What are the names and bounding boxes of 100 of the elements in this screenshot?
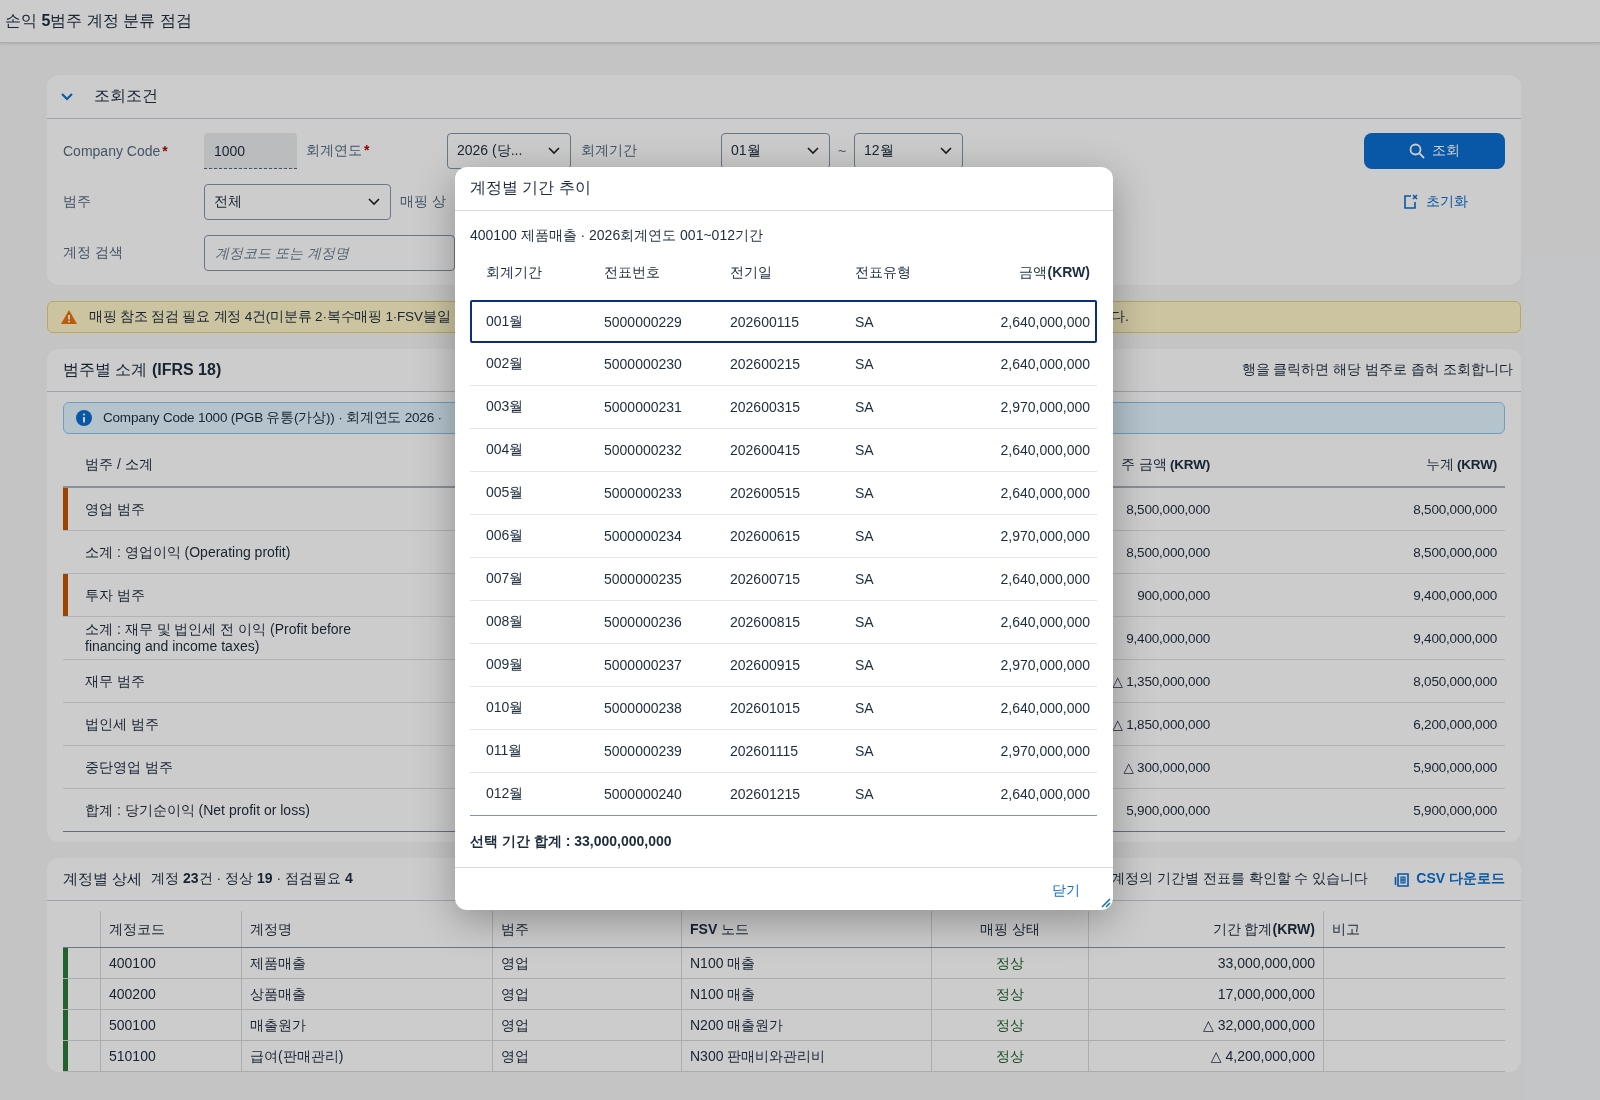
warning-icon	[60, 309, 78, 325]
table-cell-text: 2,640,000,000	[999, 356, 1090, 372]
table-cell-text: 202600715	[730, 571, 802, 587]
table-cell-text: 5000000235	[604, 571, 683, 587]
table-cell-text: 5000000238	[604, 700, 683, 716]
table-cell[interactable]: 합계 : 당기순이익 (Net profit or loss)	[68, 801, 310, 819]
table-cell-text: 5000000229	[604, 313, 683, 330]
column-header: 계정명	[241, 911, 492, 947]
table-row[interactable]: 011월 5000000239 202601115 SA 2,970,000,000	[470, 730, 1097, 773]
table-cell-text: 004월	[486, 441, 525, 459]
table-row[interactable]: 007월 5000000235 202600715 SA 2,640,000,000	[470, 558, 1097, 601]
table-row[interactable]: 009월 5000000237 202600915 SA 2,970,000,000	[470, 644, 1097, 687]
table-cell: 급여(판매관리)	[241, 1041, 492, 1071]
caret-icon	[940, 147, 952, 155]
table-cell-text: 005월	[486, 484, 525, 502]
year-select[interactable]: 2026 (당...	[447, 133, 571, 169]
hint-text: 행을 클릭하면 해당 범주로 좁혀 조회합니다	[1241, 361, 1513, 379]
reset-link[interactable]: 초기화	[1401, 193, 1468, 211]
company-code-field[interactable]: 1000	[204, 133, 297, 169]
hint-text: 계정의 기간별 전표를 확인할 수 있습니다	[1110, 870, 1369, 888]
table-cell-text: SA	[855, 485, 875, 501]
caret-icon	[807, 147, 819, 155]
table-cell-text: 2,970,000,000	[999, 743, 1090, 759]
table-cell: 400100	[100, 948, 241, 978]
table-cell-text: 202600815	[730, 614, 802, 630]
table-cell-text: 010월	[486, 699, 525, 717]
table-cell-text: 5000000236	[604, 614, 683, 630]
table-cell[interactable]: 투자 범주	[68, 586, 145, 604]
table-cell-text: 202601215	[730, 786, 802, 802]
table-cell-text: SA	[855, 571, 875, 587]
panel-title: 범주별 소계 (IFRS 18)	[63, 359, 222, 380]
panel-title: 계정별 상세	[63, 869, 143, 889]
table-cell-text: 202600215	[730, 356, 802, 372]
table-cell[interactable]: 영업 범주	[68, 500, 145, 518]
table-row[interactable]: 003월 5000000231 202600315 SA 2,970,000,000	[470, 386, 1097, 429]
caret-icon	[548, 147, 560, 155]
table-row[interactable]: 012월 5000000240 202601215 SA 2,640,000,000	[470, 773, 1097, 816]
table-cell-text: 012월	[486, 785, 525, 803]
table-cell-text: 6,200,000,000	[1412, 716, 1498, 732]
table-cell[interactable]: 소계 : 영업이익 (Operating profit)	[68, 543, 291, 561]
table-cell-text: SA	[855, 313, 875, 330]
panel-title: 조회조건	[94, 86, 158, 106]
table-row[interactable]: 002월 5000000230 202600215 SA 2,640,000,000	[470, 343, 1097, 386]
table-cell-text: 8,500,000,000	[1412, 544, 1498, 560]
table-cell[interactable]: 중단영업 범주	[68, 758, 173, 776]
chevron-icon[interactable]	[60, 91, 74, 102]
column-header: 계정코드	[100, 911, 241, 947]
table-cell[interactable]: 소계 : 재무 및 법인세 전 이익 (Profit before financing and income taxes)	[68, 621, 385, 655]
table-cell-text: SA	[855, 700, 875, 716]
table-cell: 500100	[100, 1010, 241, 1040]
field-label: 회계연도*	[306, 142, 371, 160]
table-row[interactable]: 008월 5000000236 202600815 SA 2,640,000,000	[470, 601, 1097, 644]
table-row[interactable]: 004월 5000000232 202600415 SA 2,640,000,000	[470, 429, 1097, 472]
table-cell-text: 5000000239	[604, 743, 683, 759]
resize-grip-icon[interactable]	[1099, 896, 1111, 908]
column-header: FSV 노드	[681, 911, 931, 947]
status-text: 정상	[931, 948, 1088, 978]
column-header: 범주 / 소계	[84, 456, 153, 474]
field-label: 계정 검색	[63, 244, 124, 262]
column-header: 비고	[1323, 911, 1489, 947]
close-button[interactable]: 닫기	[1052, 882, 1080, 900]
table-cell-text: 5000000240	[604, 786, 683, 802]
table-cell-text: 2,640,000,000	[999, 442, 1090, 458]
table-cell-text: △ 300,000,000	[1122, 759, 1211, 775]
search-button[interactable]: 조회	[1364, 133, 1505, 169]
table-row[interactable]: 005월 5000000233 202600515 SA 2,640,000,000	[470, 472, 1097, 515]
table-cell-text: 5,900,000,000	[1412, 759, 1498, 775]
table-cell-text: 202600915	[730, 657, 802, 673]
period-from-select[interactable]: 01월	[721, 133, 830, 169]
table-cell: 매출원가	[241, 1010, 492, 1040]
field-label: 회계기간	[581, 142, 638, 160]
table-row[interactable]: 006월 5000000234 202600615 SA 2,970,000,000	[470, 515, 1097, 558]
column-header: 전표번호	[604, 264, 661, 282]
total-text: 선택 기간 합계 : 33,000,000,000	[470, 833, 673, 851]
table-cell-text: △ 1,850,000,000	[1111, 716, 1211, 732]
column-header: 주 금액 (KRW)	[1120, 456, 1211, 474]
table-cell-text: 2,640,000,000	[999, 786, 1090, 802]
csv-download-button[interactable]: CSV 다운로드	[1394, 870, 1505, 888]
table-cell[interactable]: 재무 범주	[68, 672, 145, 690]
search-icon	[1409, 143, 1425, 159]
table-cell-text: 8,500,000,000	[1125, 544, 1211, 560]
table-row[interactable]: 010월 5000000238 202601015 SA 2,640,000,000	[470, 687, 1097, 730]
table-cell: 510100	[100, 1041, 241, 1071]
table-cell-text: 202600515	[730, 485, 802, 501]
table-row[interactable]: 001월 5000000229 202600115 SA 2,640,000,000	[470, 300, 1097, 343]
table-cell-text: △ 1,350,000,000	[1111, 673, 1211, 689]
table-cell-text: SA	[855, 786, 875, 802]
category-select[interactable]: 전체	[204, 184, 391, 220]
table-cell: △ 4,200,000,000	[1088, 1041, 1323, 1071]
table-cell-text: 8,500,000,000	[1412, 501, 1498, 517]
table-cell-text: SA	[855, 528, 875, 544]
field-label: Company Code*	[63, 143, 169, 159]
account-search-field[interactable]: 계정코드 또는 계정명	[204, 235, 455, 271]
table-cell-text: SA	[855, 442, 875, 458]
table-cell: 영업	[492, 1041, 681, 1071]
period-to-select[interactable]: 12월	[854, 133, 963, 169]
table-cell-text: 5,900,000,000	[1125, 802, 1211, 818]
table-cell-text: 2,640,000,000	[999, 614, 1090, 630]
table-cell-text: 8,050,000,000	[1412, 673, 1498, 689]
table-cell[interactable]: 법인세 범주	[68, 715, 159, 733]
